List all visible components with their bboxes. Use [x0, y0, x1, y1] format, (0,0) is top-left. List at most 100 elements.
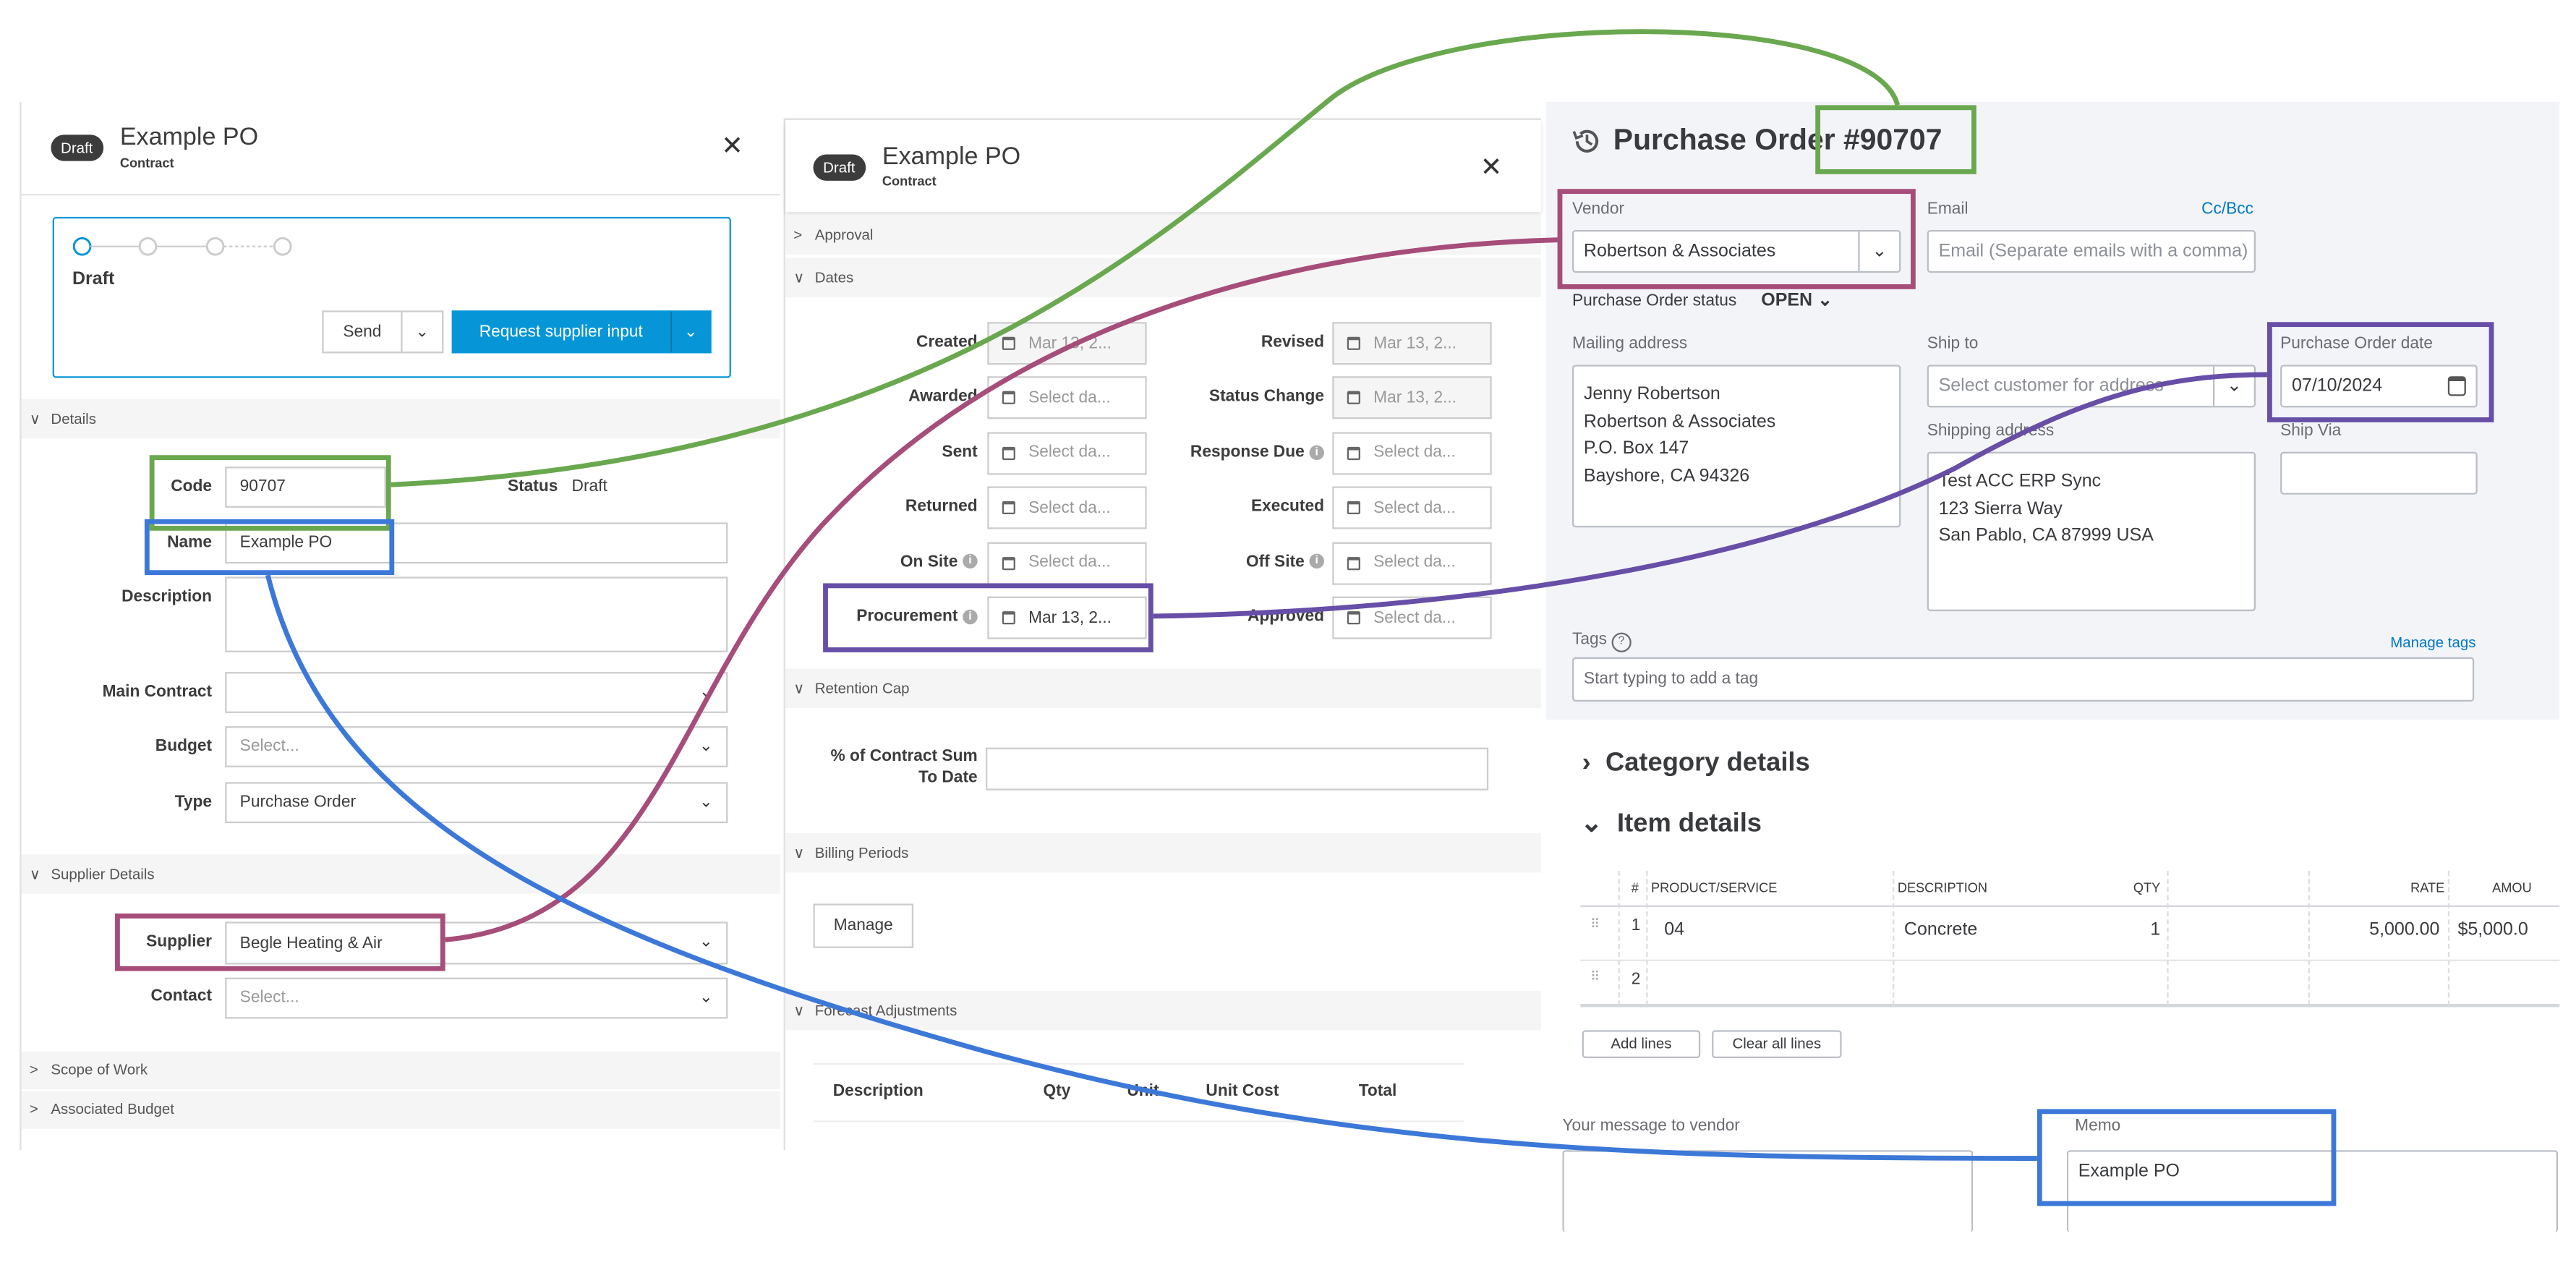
section-label: Approval: [814, 226, 874, 244]
send-button[interactable]: Send: [322, 310, 403, 354]
close-icon[interactable]: ✕: [721, 129, 743, 162]
budget-select[interactable]: Select... ⌄: [225, 726, 728, 767]
name-field[interactable]: Example PO: [225, 522, 728, 564]
retention-label-line: To Date: [918, 769, 978, 788]
info-icon[interactable]: i: [963, 554, 978, 570]
clear-all-lines-button[interactable]: Clear all lines: [1712, 1030, 1842, 1058]
section-retention-cap[interactable]: ∨ Retention Cap: [785, 668, 1541, 709]
po-title: Purchase Order #90707: [1613, 123, 1942, 156]
request-dropdown-button[interactable]: ⌄: [670, 310, 712, 354]
section-supplier-details[interactable]: ∨ Supplier Details: [21, 854, 781, 894]
name-value: Example PO: [239, 534, 333, 553]
address-line: P.O. Box 147: [1583, 438, 1689, 459]
section-approval[interactable]: > Approval: [785, 215, 1541, 255]
date-field-awarded[interactable]: Select da...: [987, 377, 1147, 420]
manage-tags-link[interactable]: Manage tags: [2390, 634, 2475, 651]
retention-percent-field[interactable]: [986, 747, 1489, 791]
request-supplier-input-button[interactable]: Request supplier input: [451, 310, 670, 354]
date-field-off-site[interactable]: Select da...: [1332, 541, 1492, 584]
panel-header: Draft Example PO Contract ✕: [785, 118, 1541, 212]
date-field-on-site[interactable]: Select da...: [987, 541, 1147, 584]
section-dates[interactable]: ∨ Dates: [785, 257, 1541, 298]
drag-handle-icon[interactable]: ⠿: [1590, 917, 1600, 932]
chevron-down-icon: ⌄: [683, 323, 698, 341]
date-label: Sent: [942, 443, 977, 461]
help-icon[interactable]: ?: [1611, 632, 1632, 652]
column-header: RATE: [2410, 880, 2445, 896]
info-icon[interactable]: i: [1309, 444, 1324, 460]
status-label: Status: [507, 478, 558, 497]
tags-label: Tags ?: [1572, 631, 1632, 652]
date-label-text: Revised: [1261, 333, 1324, 352]
cc-bcc-link[interactable]: Cc/Bcc: [2201, 200, 2253, 218]
workflow-card: Draft Send ⌄ Request supplier input ⌄: [52, 216, 731, 378]
ship-via-field[interactable]: [2280, 451, 2478, 495]
description-cell[interactable]: Concrete: [1904, 920, 1977, 940]
date-field-response-due[interactable]: Select da...: [1332, 431, 1492, 475]
retention-label: % of Contract Sum To Date: [830, 746, 977, 788]
chevron-down-icon: ∨: [793, 844, 805, 861]
description-field[interactable]: [225, 576, 728, 652]
section-scope-of-work[interactable]: > Scope of Work: [21, 1051, 781, 1090]
date-field-sent[interactable]: Select da...: [987, 431, 1147, 475]
section-forecast-adjustments[interactable]: ∨ Forecast Adjustments: [785, 990, 1541, 1031]
rate-cell[interactable]: 5,000.00: [2369, 920, 2439, 940]
date-label-text: Status Change: [1208, 388, 1324, 406]
type-select[interactable]: Purchase Order ⌄: [225, 782, 728, 824]
page-title: Example PO: [882, 142, 1021, 171]
vendor-select[interactable]: Robertson & Associates ⌄: [1572, 230, 1901, 273]
qty-cell[interactable]: 1: [2150, 920, 2160, 940]
info-icon[interactable]: i: [1309, 554, 1324, 570]
contact-select[interactable]: Select... ⌄: [225, 977, 728, 1019]
add-lines-button[interactable]: Add lines: [1582, 1030, 1701, 1058]
ship-to-select[interactable]: Select customer for address ⌄: [1927, 365, 2256, 408]
chevron-right-icon: ›: [1582, 749, 1591, 778]
po-status-dropdown[interactable]: OPEN ⌄: [1761, 289, 1833, 310]
tags-placeholder: Start typing to add a tag: [1583, 670, 1759, 689]
tags-input[interactable]: Start typing to add a tag: [1572, 657, 2475, 702]
ship-to-label: Ship to: [1927, 335, 1979, 354]
date-label-text: Created: [916, 333, 978, 352]
send-dropdown-button[interactable]: ⌄: [401, 310, 444, 354]
email-field[interactable]: Email (Separate emails with a comma): [1927, 230, 2256, 273]
close-icon[interactable]: ✕: [1480, 151, 1502, 184]
category-details-toggle[interactable]: › Category details: [1582, 749, 1810, 779]
main-contract-select[interactable]: ⌄: [225, 672, 728, 713]
date-value: Select da...: [1373, 498, 1456, 517]
drag-handle-icon[interactable]: ⠿: [1590, 969, 1600, 984]
section-label: Scope of Work: [51, 1061, 148, 1078]
category-details-label: Category details: [1605, 749, 1810, 778]
date-value: Select da...: [1373, 608, 1456, 627]
info-icon[interactable]: i: [963, 609, 978, 624]
type-label: Type: [174, 793, 213, 812]
product-cell[interactable]: 04: [1664, 920, 1684, 940]
mailing-address-field[interactable]: Jenny Robertson Robertson & Associates P.O…: [1572, 365, 1901, 528]
calendar-icon[interactable]: [2447, 376, 2466, 396]
po-date-label: Purchase Order date: [2280, 335, 2433, 354]
date-label: Approved: [1248, 608, 1324, 626]
shipping-address-field[interactable]: Test ACC ERP Sync 123 Sierra Way San Pablo…: [1927, 451, 2256, 612]
item-details-toggle[interactable]: ⌄ Item details: [1580, 806, 1762, 839]
date-field-executed[interactable]: Select da...: [1332, 486, 1492, 529]
calendar-icon: [1002, 336, 1015, 350]
amount-cell: $5,000.0: [2457, 920, 2528, 940]
supplier-select[interactable]: Begle Heating & Air ⌄: [225, 921, 728, 965]
po-date-field[interactable]: 07/10/2024: [2280, 365, 2478, 408]
date-field-returned[interactable]: Select da...: [987, 486, 1147, 529]
address-line: San Pablo, CA 87999 USA: [1938, 525, 2154, 546]
section-details[interactable]: ∨ Details: [21, 399, 781, 439]
column-header: AMOU: [2492, 880, 2532, 896]
message-field[interactable]: [1562, 1150, 1974, 1232]
send-label: Send: [343, 323, 382, 341]
code-field[interactable]: 90707: [225, 467, 386, 508]
section-associated-budget[interactable]: > Associated Budget: [21, 1091, 781, 1129]
chevron-down-icon: ⌄: [2212, 366, 2254, 406]
manage-billing-button[interactable]: Manage: [813, 903, 914, 948]
date-value: Select da...: [1028, 498, 1111, 517]
date-field-procurement[interactable]: Mar 13, 2...: [987, 596, 1147, 639]
ship-to-placeholder: Select customer for address: [1938, 376, 2164, 396]
section-billing-periods[interactable]: ∨ Billing Periods: [785, 832, 1541, 873]
date-label: Awarded: [908, 388, 978, 406]
memo-field[interactable]: Example PO: [2066, 1150, 2559, 1232]
date-field-approved[interactable]: Select da...: [1332, 596, 1492, 639]
